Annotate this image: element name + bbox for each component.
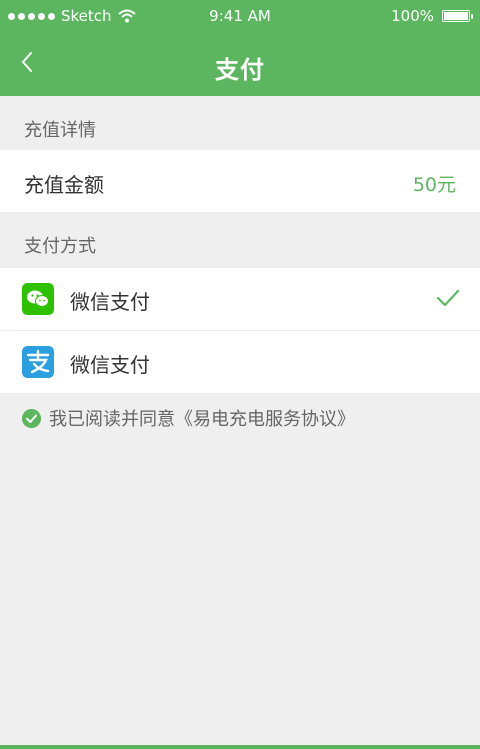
battery-percent: 100% [391,7,434,25]
alipay-icon [22,346,54,378]
recharge-section-label: 充值详情 [24,120,96,141]
status-right: 100% [391,7,473,25]
payment-method-label: 微信支付 [70,353,150,377]
page-title: 支付 [215,56,265,84]
amount-value: 50元 [412,174,456,196]
amount-row: 充值金额 50元 [0,150,480,212]
payment-section-label: 支付方式 [24,236,96,257]
status-bar: Sketch 9:41 AM 100% [0,0,480,32]
agreement[interactable]: 我已阅读并同意《易电充电服务协议》 [22,405,355,431]
bottom-accent-bar [0,745,480,749]
payment-method-wechat[interactable]: 微信支付 [0,268,480,330]
battery-icon [442,10,473,22]
check-icon [436,289,460,307]
nav-bar: 支付 [0,32,480,96]
header: Sketch 9:41 AM 100% 支付 [0,0,480,96]
checkmark-circle-icon[interactable] [22,408,41,428]
agreement-text[interactable]: 我已阅读并同意《易电充电服务协议》 [49,405,355,431]
wechat-icon [22,283,54,315]
payment-method-alipay[interactable]: 微信支付 [0,331,480,393]
payment-method-label: 微信支付 [70,290,150,314]
amount-label: 充值金额 [24,173,104,197]
